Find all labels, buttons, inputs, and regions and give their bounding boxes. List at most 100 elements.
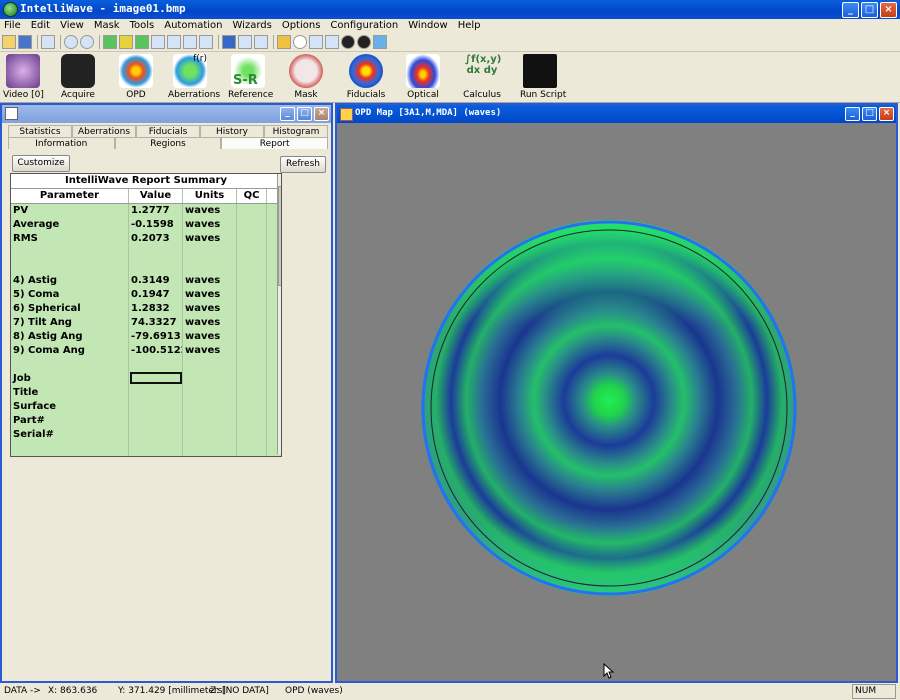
reset-icon[interactable] — [357, 35, 371, 49]
pencil-icon[interactable] — [277, 35, 291, 49]
fiducials-button[interactable]: Fiducials — [346, 54, 386, 100]
stats-icon[interactable] — [199, 35, 213, 49]
acquire-button[interactable]: Acquire — [58, 54, 98, 100]
report-cell[interactable]: -100.5122 — [129, 344, 183, 358]
report-cell[interactable]: 7) Tilt Ang — [11, 316, 129, 330]
report-cell[interactable] — [237, 442, 267, 456]
report-cell[interactable] — [237, 386, 267, 400]
report-cell[interactable] — [129, 428, 183, 442]
maximize-button[interactable]: □ — [861, 2, 878, 18]
menu-file[interactable]: File — [0, 19, 27, 33]
report-cell[interactable] — [183, 386, 237, 400]
report-cell[interactable]: -0.1598 — [129, 218, 183, 232]
report-cell[interactable] — [129, 400, 183, 414]
close-button[interactable]: × — [880, 2, 897, 18]
mask-button[interactable]: Mask — [288, 54, 324, 100]
open-icon[interactable] — [2, 35, 16, 49]
tab-information[interactable]: Information — [8, 137, 115, 149]
report-icon[interactable] — [238, 35, 252, 49]
camera-icon[interactable] — [309, 35, 323, 49]
report-cell[interactable] — [237, 358, 267, 372]
document-icon[interactable] — [254, 35, 268, 49]
report-cell[interactable]: RMS — [11, 232, 129, 246]
report-cell[interactable]: 6) Spherical — [11, 302, 129, 316]
tab-report[interactable]: Report — [221, 137, 329, 149]
report-cell[interactable] — [183, 260, 237, 274]
view-2d-icon[interactable] — [119, 35, 133, 49]
scrollbar-thumb[interactable] — [278, 186, 281, 286]
report-cell[interactable] — [237, 288, 267, 302]
print-icon[interactable] — [41, 35, 55, 49]
report-cell[interactable] — [129, 442, 183, 456]
report-cell[interactable]: 5) Coma — [11, 288, 129, 302]
menu-mask[interactable]: Mask — [90, 19, 126, 33]
report-cell[interactable] — [237, 372, 267, 386]
report-cell[interactable]: 8) Astig Ang — [11, 330, 129, 344]
report-cell[interactable]: Average — [11, 218, 129, 232]
report-cell[interactable] — [237, 246, 267, 260]
report-cell[interactable] — [11, 442, 129, 456]
report-cell[interactable] — [237, 204, 267, 218]
report-cell[interactable]: waves — [183, 288, 237, 302]
contour-icon[interactable] — [167, 35, 181, 49]
tab-statistics[interactable]: Statistics — [8, 125, 72, 137]
report-cell[interactable] — [183, 442, 237, 456]
opd-map-image[interactable] — [419, 218, 799, 598]
report-cell[interactable] — [183, 358, 237, 372]
report-cell[interactable] — [129, 358, 183, 372]
report-cell[interactable]: waves — [183, 232, 237, 246]
report-cell[interactable]: 1.2777 — [129, 204, 183, 218]
report-cell[interactable] — [237, 232, 267, 246]
tab-regions[interactable]: Regions — [114, 137, 222, 149]
menu-wizards[interactable]: Wizards — [229, 19, 278, 33]
save-icon[interactable] — [18, 35, 32, 49]
aberrations-button[interactable]: f(r) Aberrations — [168, 54, 220, 100]
app-icon[interactable] — [3, 2, 18, 17]
menu-edit[interactable]: Edit — [27, 19, 56, 33]
refresh-button[interactable]: Refresh — [280, 156, 326, 173]
report-cell[interactable]: 74.3327 — [129, 316, 183, 330]
report-cell[interactable]: 0.1947 — [129, 288, 183, 302]
panel-minimize-button[interactable]: _ — [280, 107, 295, 121]
grid-icon[interactable] — [222, 35, 236, 49]
report-cell[interactable] — [237, 344, 267, 358]
menu-window[interactable]: Window — [404, 19, 453, 33]
report-cell[interactable] — [183, 246, 237, 260]
palette-icon[interactable] — [103, 35, 117, 49]
job-value-input[interactable] — [130, 372, 182, 384]
report-scrollbar[interactable] — [277, 174, 281, 454]
report-cell[interactable] — [11, 358, 129, 372]
report-cell[interactable]: waves — [183, 302, 237, 316]
report-cell[interactable]: waves — [183, 344, 237, 358]
report-cell[interactable]: Surface — [11, 400, 129, 414]
report-cell[interactable]: waves — [183, 274, 237, 288]
report-cell[interactable] — [129, 260, 183, 274]
reference-button[interactable]: S-R Reference — [228, 54, 273, 100]
report-cell[interactable]: 0.2073 — [129, 232, 183, 246]
zoom-in-icon[interactable] — [64, 35, 78, 49]
view-3d-icon[interactable] — [135, 35, 149, 49]
record-icon[interactable] — [325, 35, 339, 49]
report-cell[interactable]: waves — [183, 204, 237, 218]
menu-tools[interactable]: Tools — [126, 19, 161, 33]
report-cell[interactable] — [237, 414, 267, 428]
report-cell[interactable] — [129, 414, 183, 428]
opd-button[interactable]: OPD — [118, 54, 154, 100]
report-cell[interactable]: 4) Astig — [11, 274, 129, 288]
report-cell[interactable] — [183, 372, 237, 386]
help-icon[interactable] — [373, 35, 387, 49]
report-cell[interactable]: waves — [183, 218, 237, 232]
report-cell[interactable] — [237, 400, 267, 414]
zoom-out-icon[interactable] — [80, 35, 94, 49]
panel-close-button[interactable]: × — [314, 107, 329, 121]
interferogram-icon[interactable] — [183, 35, 197, 49]
report-cell[interactable]: 9) Coma Ang — [11, 344, 129, 358]
target-icon[interactable] — [293, 35, 307, 49]
report-cell[interactable] — [237, 428, 267, 442]
report-cell[interactable] — [183, 428, 237, 442]
map-minimize-button[interactable]: _ — [845, 107, 860, 121]
report-cell[interactable]: waves — [183, 316, 237, 330]
tab-aberrations[interactable]: Aberrations — [72, 125, 136, 137]
minimize-button[interactable]: _ — [842, 2, 859, 18]
report-cell[interactable] — [129, 372, 183, 386]
